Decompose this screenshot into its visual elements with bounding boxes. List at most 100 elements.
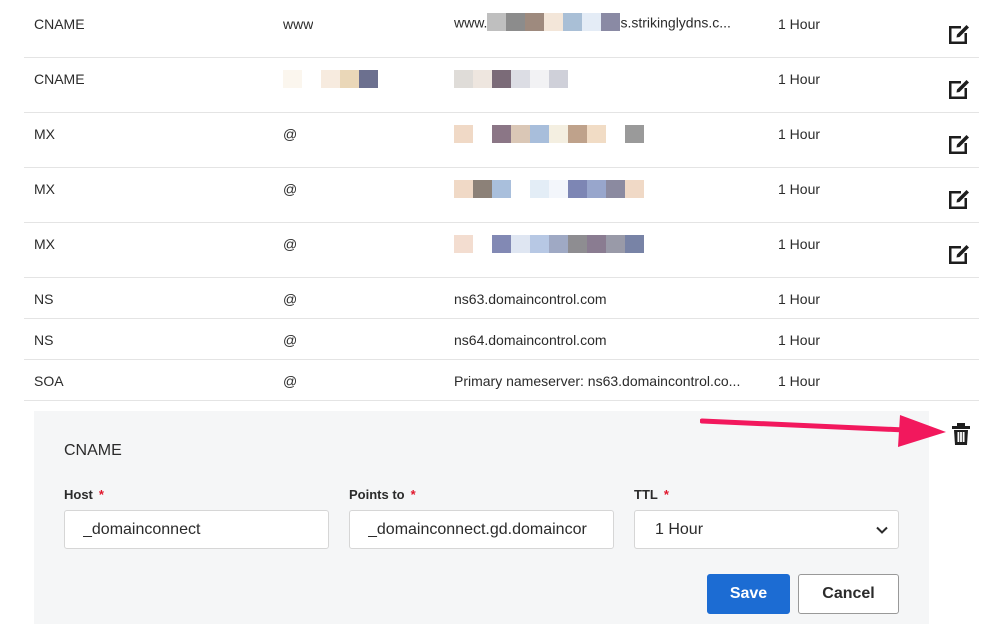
redacted-pixel bbox=[511, 235, 530, 254]
required-mark: * bbox=[663, 487, 669, 502]
points-to-label: Points to * bbox=[349, 487, 416, 502]
redacted-pixel bbox=[511, 70, 530, 89]
record-type: NS bbox=[34, 332, 54, 348]
redacted-pixel bbox=[454, 70, 473, 89]
redacted-pixel bbox=[525, 13, 545, 32]
edit-record-panel: CNAME Host* Points to* TTL* 1 Hour Save … bbox=[34, 411, 929, 624]
record-ttl: 1 Hour bbox=[778, 16, 821, 32]
table-row: NS @ ns63.domaincontrol.com 1 Hour bbox=[24, 278, 979, 319]
redacted-block bbox=[487, 13, 621, 32]
redacted-pixel bbox=[563, 13, 583, 32]
record-value: ns63.domaincontrol.com bbox=[454, 291, 607, 307]
edit-icon bbox=[946, 76, 972, 102]
record-ttl: 1 Hour bbox=[778, 236, 821, 252]
record-value: ns64.domaincontrol.com bbox=[454, 332, 607, 348]
redacted-pixel bbox=[544, 13, 564, 32]
redacted-pixel bbox=[549, 70, 568, 89]
record-value: www. s.strikinglydns.c... bbox=[454, 13, 731, 32]
record-value bbox=[454, 180, 758, 199]
edit-record-button[interactable] bbox=[946, 241, 972, 267]
edit-icon bbox=[946, 186, 972, 212]
points-to-input[interactable] bbox=[349, 510, 614, 549]
redacted-pixel bbox=[487, 13, 507, 32]
ttl-selected-value: 1 Hour bbox=[655, 520, 704, 538]
record-type: SOA bbox=[34, 373, 64, 389]
redacted-pixel bbox=[473, 235, 492, 254]
record-name: @ bbox=[283, 181, 298, 197]
redacted-block bbox=[454, 70, 568, 89]
record-ttl: 1 Hour bbox=[778, 373, 821, 389]
ttl-select[interactable]: 1 Hour bbox=[634, 510, 899, 549]
redacted-pixel bbox=[606, 235, 625, 254]
save-button[interactable]: Save bbox=[707, 574, 790, 614]
table-row: MX @ 1 Hour bbox=[24, 113, 979, 168]
redacted-pixel bbox=[283, 70, 302, 89]
ttl-label: TTL * bbox=[634, 487, 669, 502]
record-name: @ bbox=[283, 373, 298, 389]
table-row: MX @ 1 Hour bbox=[24, 223, 979, 278]
delete-record-button[interactable] bbox=[950, 422, 972, 446]
edit-record-button[interactable] bbox=[946, 131, 972, 157]
record-ttl: 1 Hour bbox=[778, 332, 821, 348]
panel-title: CNAME bbox=[64, 442, 122, 459]
redacted-pixel bbox=[302, 70, 321, 89]
record-name bbox=[283, 70, 378, 89]
trash-icon bbox=[950, 423, 972, 450]
redacted-pixel bbox=[454, 235, 473, 254]
redacted-pixel bbox=[454, 125, 473, 144]
redacted-pixel bbox=[473, 70, 492, 89]
edit-record-button[interactable] bbox=[946, 21, 972, 47]
table-row: NS @ ns64.domaincontrol.com 1 Hour bbox=[24, 319, 979, 360]
redacted-pixel bbox=[549, 235, 568, 254]
table-row: CNAME 1 Hour bbox=[24, 58, 979, 113]
record-name: @ bbox=[283, 236, 298, 252]
record-name: @ bbox=[283, 291, 298, 307]
record-type: MX bbox=[34, 181, 55, 197]
table-row: SOA @ Primary nameserver: ns63.domaincon… bbox=[24, 360, 979, 401]
redacted-pixel bbox=[549, 180, 568, 199]
table-row: MX @ 1 Hour bbox=[24, 168, 979, 223]
record-value bbox=[454, 125, 758, 144]
host-input[interactable] bbox=[64, 510, 329, 549]
redacted-pixel bbox=[587, 235, 606, 254]
record-name: www bbox=[283, 16, 314, 32]
redacted-pixel bbox=[582, 13, 602, 32]
redacted-pixel bbox=[606, 180, 625, 199]
redacted-pixel bbox=[625, 125, 644, 144]
record-type: CNAME bbox=[34, 16, 85, 32]
redacted-pixel bbox=[601, 13, 621, 32]
redacted-pixel bbox=[454, 180, 473, 199]
redacted-pixel bbox=[530, 180, 549, 199]
redacted-pixel bbox=[492, 70, 511, 89]
cancel-button[interactable]: Cancel bbox=[798, 574, 899, 614]
redacted-pixel bbox=[625, 180, 644, 199]
redacted-pixel bbox=[511, 180, 530, 199]
record-value bbox=[454, 70, 758, 89]
redacted-pixel bbox=[549, 125, 568, 144]
redacted-pixel bbox=[568, 180, 587, 199]
redacted-pixel bbox=[359, 70, 378, 89]
redacted-pixel bbox=[530, 125, 549, 144]
record-type: NS bbox=[34, 291, 54, 307]
record-name: @ bbox=[283, 332, 298, 348]
redacted-pixel bbox=[587, 125, 606, 144]
redacted-pixel bbox=[492, 125, 511, 144]
redacted-block bbox=[454, 235, 644, 254]
redacted-block bbox=[454, 125, 644, 144]
required-mark: * bbox=[98, 487, 104, 502]
redacted-pixel bbox=[340, 70, 359, 89]
record-ttl: 1 Hour bbox=[778, 71, 821, 87]
redacted-pixel bbox=[568, 125, 587, 144]
redacted-block bbox=[454, 180, 644, 199]
redacted-pixel bbox=[568, 235, 587, 254]
record-type: CNAME bbox=[34, 71, 85, 87]
redacted-pixel bbox=[473, 125, 492, 144]
edit-record-button[interactable] bbox=[946, 76, 972, 102]
redacted-block bbox=[283, 70, 378, 89]
edit-record-button[interactable] bbox=[946, 186, 972, 212]
redacted-pixel bbox=[530, 235, 549, 254]
redacted-pixel bbox=[587, 180, 606, 199]
edit-icon bbox=[946, 21, 972, 47]
edit-icon bbox=[946, 131, 972, 157]
redacted-pixel bbox=[473, 180, 492, 199]
